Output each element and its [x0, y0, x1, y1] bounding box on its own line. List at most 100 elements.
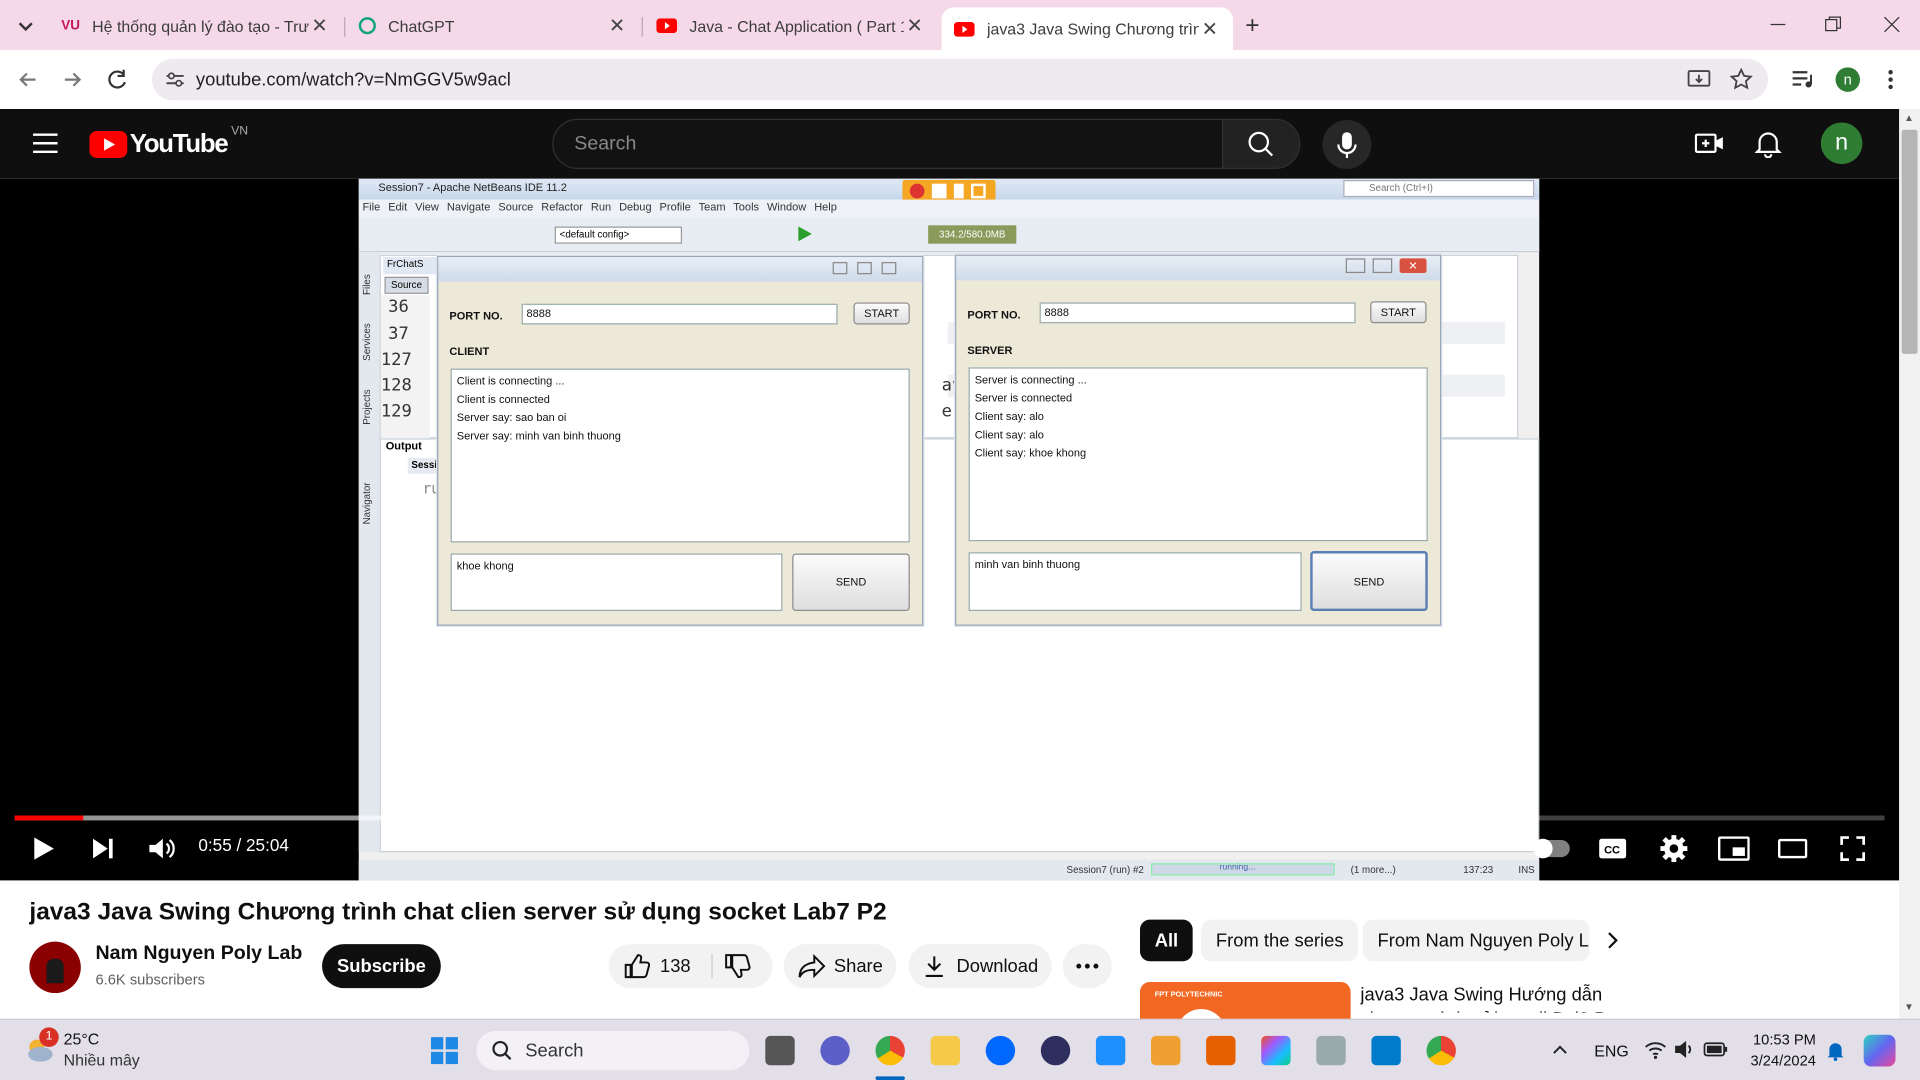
tab-search-icon[interactable]: [12, 12, 39, 39]
config-select[interactable]: <default config>: [554, 226, 683, 244]
tab-close-icon[interactable]: ✕: [606, 13, 628, 37]
zalo-icon[interactable]: [985, 1035, 1016, 1066]
subscribe-button[interactable]: Subscribe: [322, 944, 441, 989]
youtube-search-input[interactable]: Search: [552, 118, 1224, 169]
close-window-icon[interactable]: [1882, 15, 1902, 35]
menu-navigate[interactable]: Navigate: [447, 201, 491, 213]
theater-mode-icon[interactable]: [1777, 838, 1808, 859]
voice-search-button[interactable]: [1322, 120, 1372, 169]
menu-view[interactable]: View: [415, 201, 439, 213]
side-tab-navigator[interactable]: Navigator: [361, 482, 372, 524]
port-input[interactable]: 8888: [1039, 302, 1356, 324]
more-actions-button[interactable]: [1062, 944, 1112, 989]
chip-from-series[interactable]: From the series: [1201, 919, 1359, 962]
dislike-icon[interactable]: [724, 953, 751, 980]
side-tab-services[interactable]: Services: [361, 323, 372, 361]
media-controls-icon[interactable]: [1790, 67, 1814, 91]
vscode-icon[interactable]: [1371, 1035, 1401, 1066]
speaker-icon[interactable]: [1674, 1040, 1696, 1060]
tab-close-icon[interactable]: ✕: [309, 13, 331, 37]
netbeans-search-field[interactable]: Search (Ctrl+I): [1343, 180, 1535, 198]
start-button[interactable]: START: [853, 302, 910, 325]
miniplayer-icon[interactable]: [1717, 836, 1750, 861]
menu-edit[interactable]: Edit: [388, 201, 407, 213]
menu-debug[interactable]: Debug: [619, 201, 651, 213]
scroll-up-icon[interactable]: ▲: [1904, 113, 1914, 124]
minimize-icon[interactable]: [1768, 15, 1788, 35]
chrome-icon[interactable]: [875, 1035, 905, 1066]
channel-avatar[interactable]: [29, 941, 81, 994]
sublime-icon[interactable]: [1206, 1035, 1236, 1066]
port-input[interactable]: 8888: [521, 303, 838, 325]
app-icon[interactable]: [1095, 1035, 1126, 1066]
settings-gear-icon[interactable]: [1659, 834, 1688, 863]
clock-date[interactable]: 3/24/2024: [1739, 1052, 1816, 1069]
side-tab-files[interactable]: Files: [361, 274, 372, 295]
menu-refactor[interactable]: Refactor: [541, 201, 583, 213]
play-icon[interactable]: [29, 834, 56, 863]
tab-daotao[interactable]: VU Hệ thống quản lý đào tạo - Trư ✕: [49, 5, 343, 47]
autoplay-toggle[interactable]: [1533, 838, 1570, 859]
tab-close-icon[interactable]: ✕: [1199, 17, 1221, 41]
youtube-search-button[interactable]: [1222, 118, 1301, 169]
chips-next-icon[interactable]: [1602, 929, 1624, 951]
send-button[interactable]: SEND: [792, 553, 910, 612]
bookmark-star-icon[interactable]: [1729, 67, 1753, 91]
copilot-icon[interactable]: [1863, 1034, 1896, 1067]
minimize-icon[interactable]: [832, 262, 848, 275]
side-tab-projects[interactable]: Projects: [361, 389, 372, 424]
reload-icon[interactable]: [105, 67, 129, 91]
menu-tools[interactable]: Tools: [733, 201, 759, 213]
menu-profile[interactable]: Profile: [660, 201, 691, 213]
install-app-icon[interactable]: [1687, 69, 1711, 91]
send-button[interactable]: SEND: [1310, 551, 1428, 612]
volume-icon[interactable]: [147, 835, 176, 862]
chip-all[interactable]: All: [1140, 919, 1193, 962]
progress-track[interactable]: [14, 815, 1885, 821]
account-avatar[interactable]: n: [1820, 122, 1863, 165]
figma-icon[interactable]: [1261, 1035, 1291, 1066]
forward-icon[interactable]: [60, 67, 84, 91]
start-button[interactable]: START: [1370, 301, 1427, 324]
recommended-title[interactable]: java3 Java Swing Hướng dẫn chương trình …: [1360, 983, 1617, 1012]
notification-bell-icon[interactable]: [1826, 1040, 1846, 1062]
share-button[interactable]: Share: [783, 944, 897, 989]
tab-close-icon[interactable]: ✕: [904, 13, 926, 37]
new-tab-button[interactable]: +: [1245, 12, 1259, 40]
message-input[interactable]: khoe khong: [450, 553, 783, 612]
browser-menu-icon[interactable]: [1883, 67, 1898, 91]
maximize-icon[interactable]: [857, 262, 872, 275]
run-icon[interactable]: [793, 224, 820, 244]
tab-java-chat[interactable]: Java - Chat Application ( Part 1 ✕: [644, 5, 938, 47]
menu-source[interactable]: Source: [498, 201, 533, 213]
video-player[interactable]: Session7 - Apache NetBeans IDE 11.2 Sear…: [0, 178, 1900, 881]
source-tab[interactable]: Source: [384, 276, 429, 294]
captions-icon[interactable]: CC: [1598, 836, 1627, 860]
wifi-icon[interactable]: [1644, 1040, 1666, 1060]
fullscreen-icon[interactable]: [1839, 835, 1866, 862]
like-count[interactable]: 138: [660, 956, 691, 977]
page-scrollbar[interactable]: ▲ ▼: [1899, 108, 1920, 1019]
taskbar-search[interactable]: Search: [476, 1031, 750, 1071]
chrome-profile-icon[interactable]: [1426, 1035, 1456, 1066]
clock-time[interactable]: 10:53 PM: [1739, 1031, 1816, 1048]
site-info-icon[interactable]: [165, 71, 185, 88]
download-button[interactable]: Download: [908, 944, 1052, 989]
file-tab[interactable]: FrChatS: [383, 257, 438, 275]
create-video-icon[interactable]: [1694, 130, 1724, 157]
menu-team[interactable]: Team: [699, 201, 726, 213]
eclipse-icon[interactable]: [1040, 1035, 1071, 1066]
next-icon[interactable]: [89, 836, 116, 860]
menu-help[interactable]: Help: [814, 201, 837, 213]
snipping-icon[interactable]: [1316, 1035, 1346, 1066]
hamburger-menu-icon[interactable]: [32, 132, 59, 154]
menu-file[interactable]: File: [362, 201, 380, 213]
tab-chatgpt[interactable]: ChatGPT ✕: [347, 5, 641, 47]
message-input[interactable]: minh van binh thuong: [968, 552, 1302, 612]
minimize-icon[interactable]: [1345, 258, 1366, 274]
weather-desc[interactable]: Nhiều mây: [64, 1051, 140, 1069]
profile-avatar[interactable]: n: [1835, 67, 1861, 92]
weather-temp[interactable]: 25°C: [64, 1030, 100, 1048]
back-icon[interactable]: [16, 67, 40, 91]
tray-overflow-icon[interactable]: [1550, 1040, 1570, 1060]
